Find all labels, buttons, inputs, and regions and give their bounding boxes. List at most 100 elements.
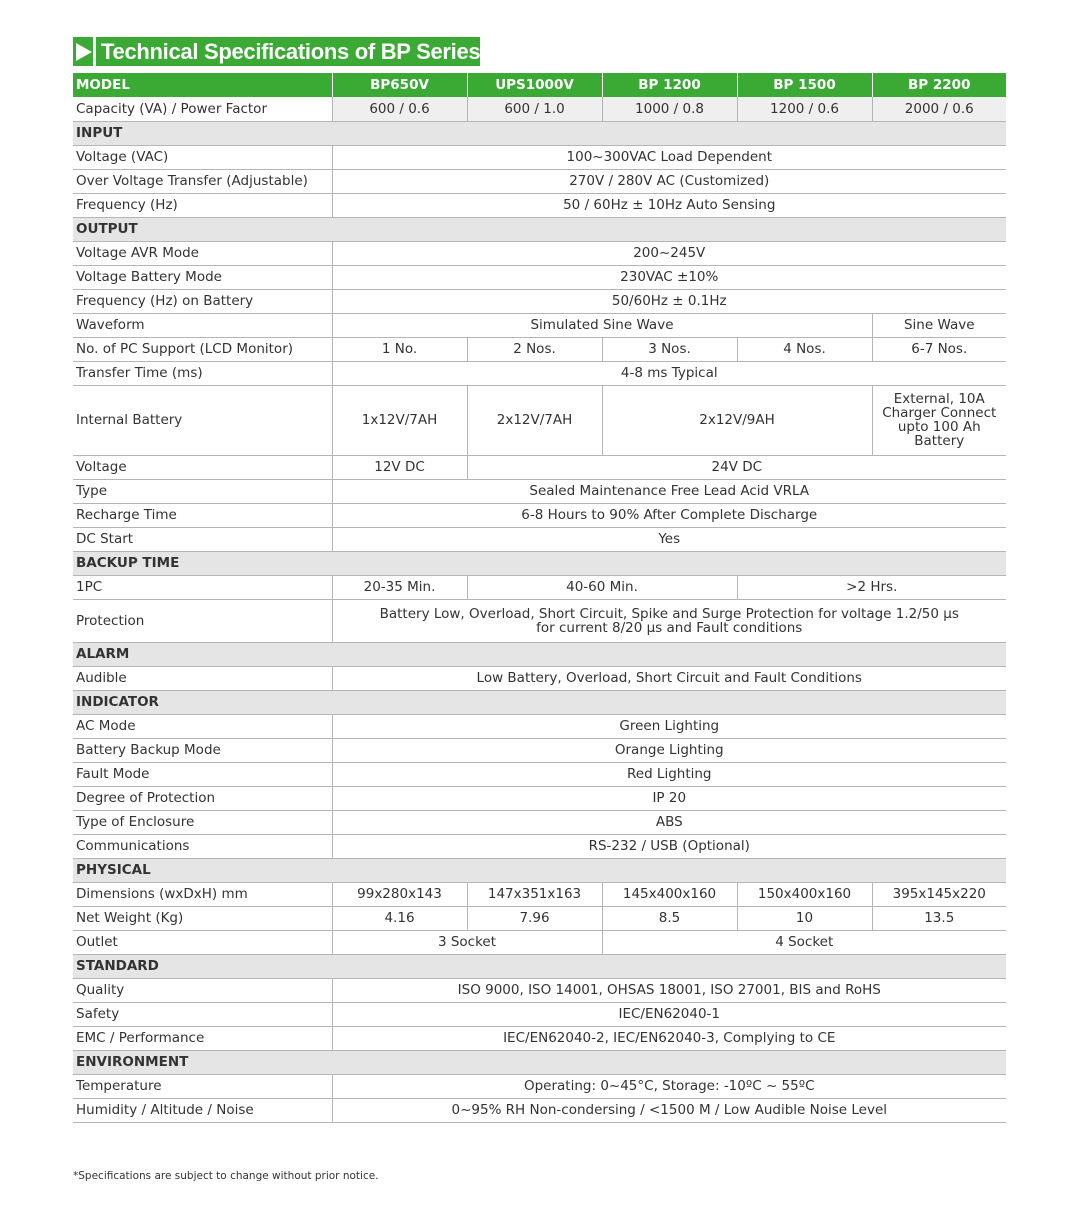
row-value: Green Lighting	[331, 714, 1006, 739]
row-value: 3 Socket	[331, 930, 602, 955]
row-label: Safety	[73, 1002, 332, 1027]
row-value: 50 / 60Hz ± 10Hz Auto Sensing	[331, 193, 1006, 218]
row-value: IEC/EN62040-2, IEC/EN62040-3, Complying …	[331, 1026, 1006, 1051]
row-label: Voltage Battery Mode	[73, 265, 332, 290]
row-value: RS-232 / USB (Optional)	[331, 834, 1006, 859]
section-heading: PHYSICAL	[73, 858, 1006, 883]
row-value: 12V DC	[331, 455, 467, 480]
row-label: Type of Enclosure	[73, 810, 332, 835]
page-title-bar: Technical Specifications of BP Series	[73, 37, 481, 66]
row-value: 0~95% RH Non-condersing / <1500 M / Low …	[331, 1098, 1006, 1123]
row-label: Transfer Time (ms)	[73, 361, 332, 386]
row-value: 24V DC	[466, 455, 1006, 480]
row-label: Audible	[73, 666, 332, 691]
row-label: Voltage AVR Mode	[73, 241, 332, 266]
row-value: 50/60Hz ± 0.1Hz	[331, 289, 1006, 314]
section-row: ENVIRONMENT	[73, 1050, 1006, 1075]
row-label: DC Start	[73, 527, 332, 552]
row-value: 4-8 ms Typical	[331, 361, 1006, 386]
page-title: Technical Specifications of BP Series	[96, 37, 481, 66]
table-row: Outlet 3 Socket 4 Socket	[73, 930, 1006, 955]
row-value: 2x12V/7AH	[466, 385, 602, 456]
row-value: Red Lighting	[331, 762, 1006, 787]
table-row: Protection Battery Low, Overload, Short …	[73, 599, 1006, 643]
table-row: Type Sealed Maintenance Free Lead Acid V…	[73, 479, 1006, 504]
table-row: Waveform Simulated Sine Wave Sine Wave	[73, 313, 1006, 338]
protection-line: for current 8/20 μs and Fault conditions	[536, 619, 803, 636]
row-label: Frequency (Hz)	[73, 193, 332, 218]
row-value: 100~300VAC Load Dependent	[331, 145, 1006, 170]
table-row: 1PC 20-35 Min. 40-60 Min. >2 Hrs.	[73, 575, 1006, 600]
row-value: 2 Nos.	[466, 337, 602, 362]
header-model: BP650V	[331, 73, 467, 97]
row-value: 4.16	[331, 906, 467, 931]
row-value: 230VAC ±10%	[331, 265, 1006, 290]
row-value: Orange Lighting	[331, 738, 1006, 763]
section-heading: BACKUP TIME	[73, 551, 1006, 576]
table-row: Audible Low Battery, Overload, Short Cir…	[73, 666, 1006, 691]
row-value: 8.5	[601, 906, 737, 931]
table-row: Quality ISO 9000, ISO 14001, OHSAS 18001…	[73, 978, 1006, 1003]
table-row: Transfer Time (ms) 4-8 ms Typical	[73, 361, 1006, 386]
table-row: Temperature Operating: 0~45°C, Storage: …	[73, 1074, 1006, 1099]
section-heading: OUTPUT	[73, 217, 1006, 242]
row-value: 3 Nos.	[601, 337, 737, 362]
row-label: No. of PC Support (LCD Monitor)	[73, 337, 332, 362]
section-row: OUTPUT	[73, 217, 1006, 242]
row-label: EMC / Performance	[73, 1026, 332, 1051]
table-row: Voltage (VAC) 100~300VAC Load Dependent	[73, 145, 1006, 170]
row-value: 6-8 Hours to 90% After Complete Discharg…	[331, 503, 1006, 528]
row-label: Dimensions (wxDxH) mm	[73, 882, 332, 907]
table-row: Fault Mode Red Lighting	[73, 762, 1006, 787]
row-label: Capacity (VA) / Power Factor	[73, 97, 332, 122]
row-value: 270V / 280V AC (Customized)	[331, 169, 1006, 194]
row-label: Frequency (Hz) on Battery	[73, 289, 332, 314]
row-value: 600 / 0.6	[331, 97, 467, 122]
table-row: Voltage Battery Mode 230VAC ±10%	[73, 265, 1006, 290]
row-label: Protection	[73, 599, 332, 643]
row-label: Humidity / Altitude / Noise	[73, 1098, 332, 1123]
row-value: 150x400x160	[736, 882, 872, 907]
spec-table: MODEL BP650V UPS1000V BP 1200 BP 1500 BP…	[73, 73, 1006, 1123]
row-label: Voltage	[73, 455, 332, 480]
row-value: 1 No.	[331, 337, 467, 362]
table-row: EMC / Performance IEC/EN62040-2, IEC/EN6…	[73, 1026, 1006, 1051]
row-value: 395x145x220	[871, 882, 1006, 907]
row-label: Quality	[73, 978, 332, 1003]
row-value: 10	[736, 906, 872, 931]
row-value: 145x400x160	[601, 882, 737, 907]
table-row: No. of PC Support (LCD Monitor) 1 No. 2 …	[73, 337, 1006, 362]
row-label: Fault Mode	[73, 762, 332, 787]
table-row: Internal Battery 1x12V/7AH 2x12V/7AH 2x1…	[73, 385, 1006, 456]
row-value: 200~245V	[331, 241, 1006, 266]
row-value: External, 10A Charger Connect upto 100 A…	[871, 385, 1006, 456]
row-value: Simulated Sine Wave	[331, 313, 872, 338]
row-value: 4 Nos.	[736, 337, 872, 362]
table-row: Voltage AVR Mode 200~245V	[73, 241, 1006, 266]
protection-line: Battery Low, Overload, Short Circuit, Sp…	[379, 605, 959, 622]
row-value: Operating: 0~45°C, Storage: -10ºC ~ 55ºC	[331, 1074, 1006, 1099]
header-model: BP 2200	[871, 73, 1006, 97]
row-label: Net Weight (Kg)	[73, 906, 332, 931]
section-heading: INDICATOR	[73, 690, 1006, 715]
section-heading: ENVIRONMENT	[73, 1050, 1006, 1075]
row-label: Battery Backup Mode	[73, 738, 332, 763]
section-row: BACKUP TIME	[73, 551, 1006, 576]
row-label: Type	[73, 479, 332, 504]
section-heading: INPUT	[73, 121, 1006, 146]
row-value: 1x12V/7AH	[331, 385, 467, 456]
header-model: BP 1200	[601, 73, 737, 97]
table-row: Battery Backup Mode Orange Lighting	[73, 738, 1006, 763]
section-heading: STANDARD	[73, 954, 1006, 979]
table-row: Capacity (VA) / Power Factor 600 / 0.6 6…	[73, 97, 1006, 122]
row-value: 1000 / 0.8	[601, 97, 737, 122]
table-row: Safety IEC/EN62040-1	[73, 1002, 1006, 1027]
row-value: 13.5	[871, 906, 1006, 931]
row-value: 40-60 Min.	[466, 575, 737, 600]
section-row: STANDARD	[73, 954, 1006, 979]
row-label: Degree of Protection	[73, 786, 332, 811]
table-row: Net Weight (Kg) 4.16 7.96 8.5 10 13.5	[73, 906, 1006, 931]
table-row: Voltage 12V DC 24V DC	[73, 455, 1006, 480]
row-value: Yes	[331, 527, 1006, 552]
row-value: 147x351x163	[466, 882, 602, 907]
